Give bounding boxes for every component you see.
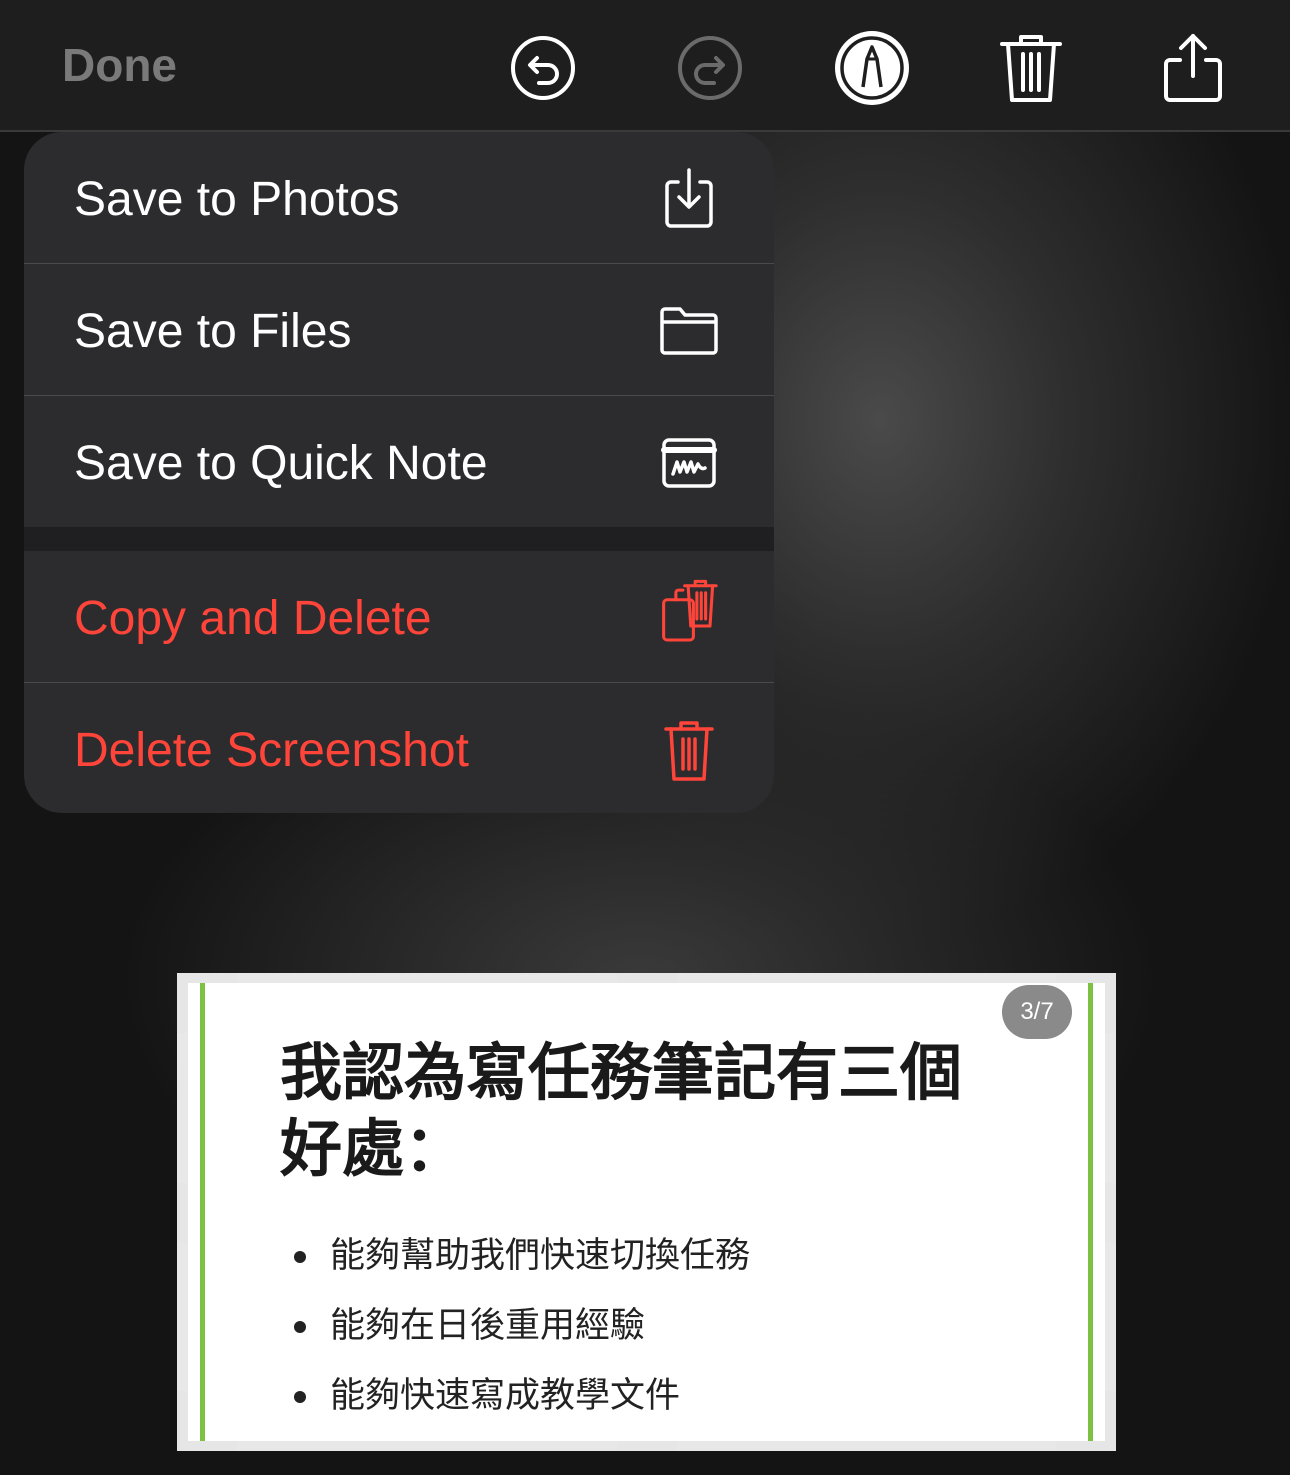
save-to-photos-icon xyxy=(654,164,724,234)
accent-line-left xyxy=(200,983,205,1441)
menu-item-label: Save to Files xyxy=(74,305,352,358)
crop-handle-bottom-right[interactable] xyxy=(1104,1391,1116,1451)
share-icon[interactable] xyxy=(1158,30,1228,106)
menu-item-delete-screenshot[interactable]: Delete Screenshot xyxy=(24,683,774,813)
menu-item-save-to-photos[interactable]: Save to Photos xyxy=(24,132,774,263)
list-item: 能夠快速寫成教學文件 xyxy=(288,1361,750,1431)
done-button[interactable]: Done xyxy=(62,38,177,92)
trash-icon[interactable] xyxy=(996,30,1066,106)
menu-item-save-to-files[interactable]: Save to Files xyxy=(24,264,774,395)
folder-icon xyxy=(654,296,724,366)
markup-pen-icon[interactable] xyxy=(833,29,911,107)
menu-item-copy-and-delete[interactable]: Copy and Delete xyxy=(24,551,774,682)
menu-item-save-to-quick-note[interactable]: Save to Quick Note xyxy=(24,396,774,527)
menu-group-divider xyxy=(24,527,774,551)
menu-item-label: Delete Screenshot xyxy=(74,724,469,777)
redo-icon[interactable] xyxy=(672,30,748,106)
menu-item-label: Copy and Delete xyxy=(74,592,432,645)
copy-and-delete-icon xyxy=(654,577,724,647)
list-item: 能夠在日後重用經驗 xyxy=(288,1291,750,1361)
crop-handle-right[interactable] xyxy=(1104,1183,1116,1243)
list-item: 能夠幫助我們快速切換任務 xyxy=(288,1221,750,1291)
crop-handle-top-right[interactable] xyxy=(1104,973,1116,1033)
quick-note-icon xyxy=(654,428,724,498)
menu-item-label: Save to Photos xyxy=(74,173,400,226)
accent-line-right xyxy=(1088,983,1093,1441)
undo-icon[interactable] xyxy=(505,30,581,106)
save-options-menu: Save to Photos Save to Files Save to Qui… xyxy=(24,132,774,813)
page-indicator-badge: 3/7 xyxy=(1002,985,1072,1039)
menu-item-label: Save to Quick Note xyxy=(74,437,488,490)
trash-icon xyxy=(654,715,724,785)
slide-title: 我認為寫任務筆記有三個好處： xyxy=(280,1036,963,1185)
top-toolbar: Done xyxy=(0,0,1290,132)
screenshot-thumbnail: 3/7 我認為寫任務筆記有三個好處： 能夠幫助我們快速切換任務 能夠在日後重用經… xyxy=(188,983,1105,1441)
bullet-list: 能夠幫助我們快速切換任務 能夠在日後重用經驗 能夠快速寫成教學文件 xyxy=(288,1221,750,1431)
